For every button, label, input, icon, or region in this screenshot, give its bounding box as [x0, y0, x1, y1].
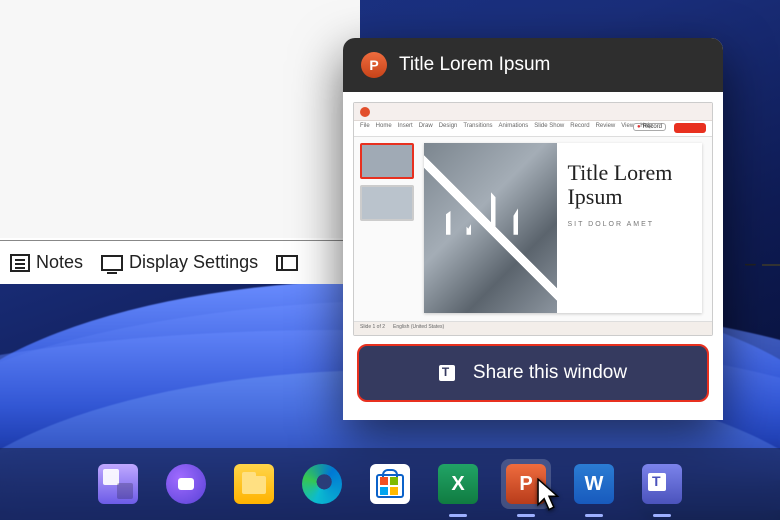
notes-button[interactable]: Notes: [10, 252, 83, 273]
share-this-window-button[interactable]: Share this window: [357, 344, 709, 402]
powerpoint-button[interactable]: [501, 459, 551, 509]
excel-button[interactable]: [433, 459, 483, 509]
slide-title-thumb: Title Lorem Ipsum: [567, 161, 692, 209]
word-button[interactable]: [569, 459, 619, 509]
slide-panel-thumb: [360, 143, 414, 313]
chat-button[interactable]: [161, 459, 211, 509]
zoom-slider[interactable]: [762, 264, 780, 266]
slide-subtitle-thumb: SIT DOLOR AMET: [567, 221, 692, 228]
share-this-window-label: Share this window: [473, 362, 627, 384]
teams-icon: [439, 362, 461, 384]
window-thumbnail[interactable]: File Home Insert Draw Design Transitions…: [353, 102, 713, 336]
display-settings-label: Display Settings: [129, 252, 258, 273]
powerpoint-status-bar: Notes Display Settings: [0, 240, 360, 284]
file-explorer-button[interactable]: [229, 459, 279, 509]
microsoft-store-button[interactable]: [365, 459, 415, 509]
notes-label: Notes: [36, 252, 83, 273]
slide-canvas-thumb: Title Lorem Ipsum SIT DOLOR AMET: [424, 143, 702, 313]
reading-view-button[interactable]: [276, 255, 298, 271]
reading-view-icon: [276, 255, 298, 271]
taskbar: [0, 448, 780, 520]
taskbar-preview-flyout: P Title Lorem Ipsum File Home Insert Dra…: [343, 38, 723, 420]
display-settings-button[interactable]: Display Settings: [101, 252, 258, 273]
teams-button[interactable]: [637, 459, 687, 509]
notes-icon: [10, 254, 30, 272]
display-settings-icon: [101, 255, 123, 271]
preview-title: Title Lorem Ipsum: [399, 54, 550, 76]
task-view-button[interactable]: [93, 459, 143, 509]
preview-header[interactable]: P Title Lorem Ipsum: [343, 38, 723, 92]
share-button-thumb: [674, 123, 706, 133]
record-button-thumb: Record: [633, 123, 666, 131]
background-window-powerpoint: Notes Display Settings: [0, 0, 360, 284]
edge-button[interactable]: [297, 459, 347, 509]
powerpoint-icon: P: [361, 52, 387, 78]
